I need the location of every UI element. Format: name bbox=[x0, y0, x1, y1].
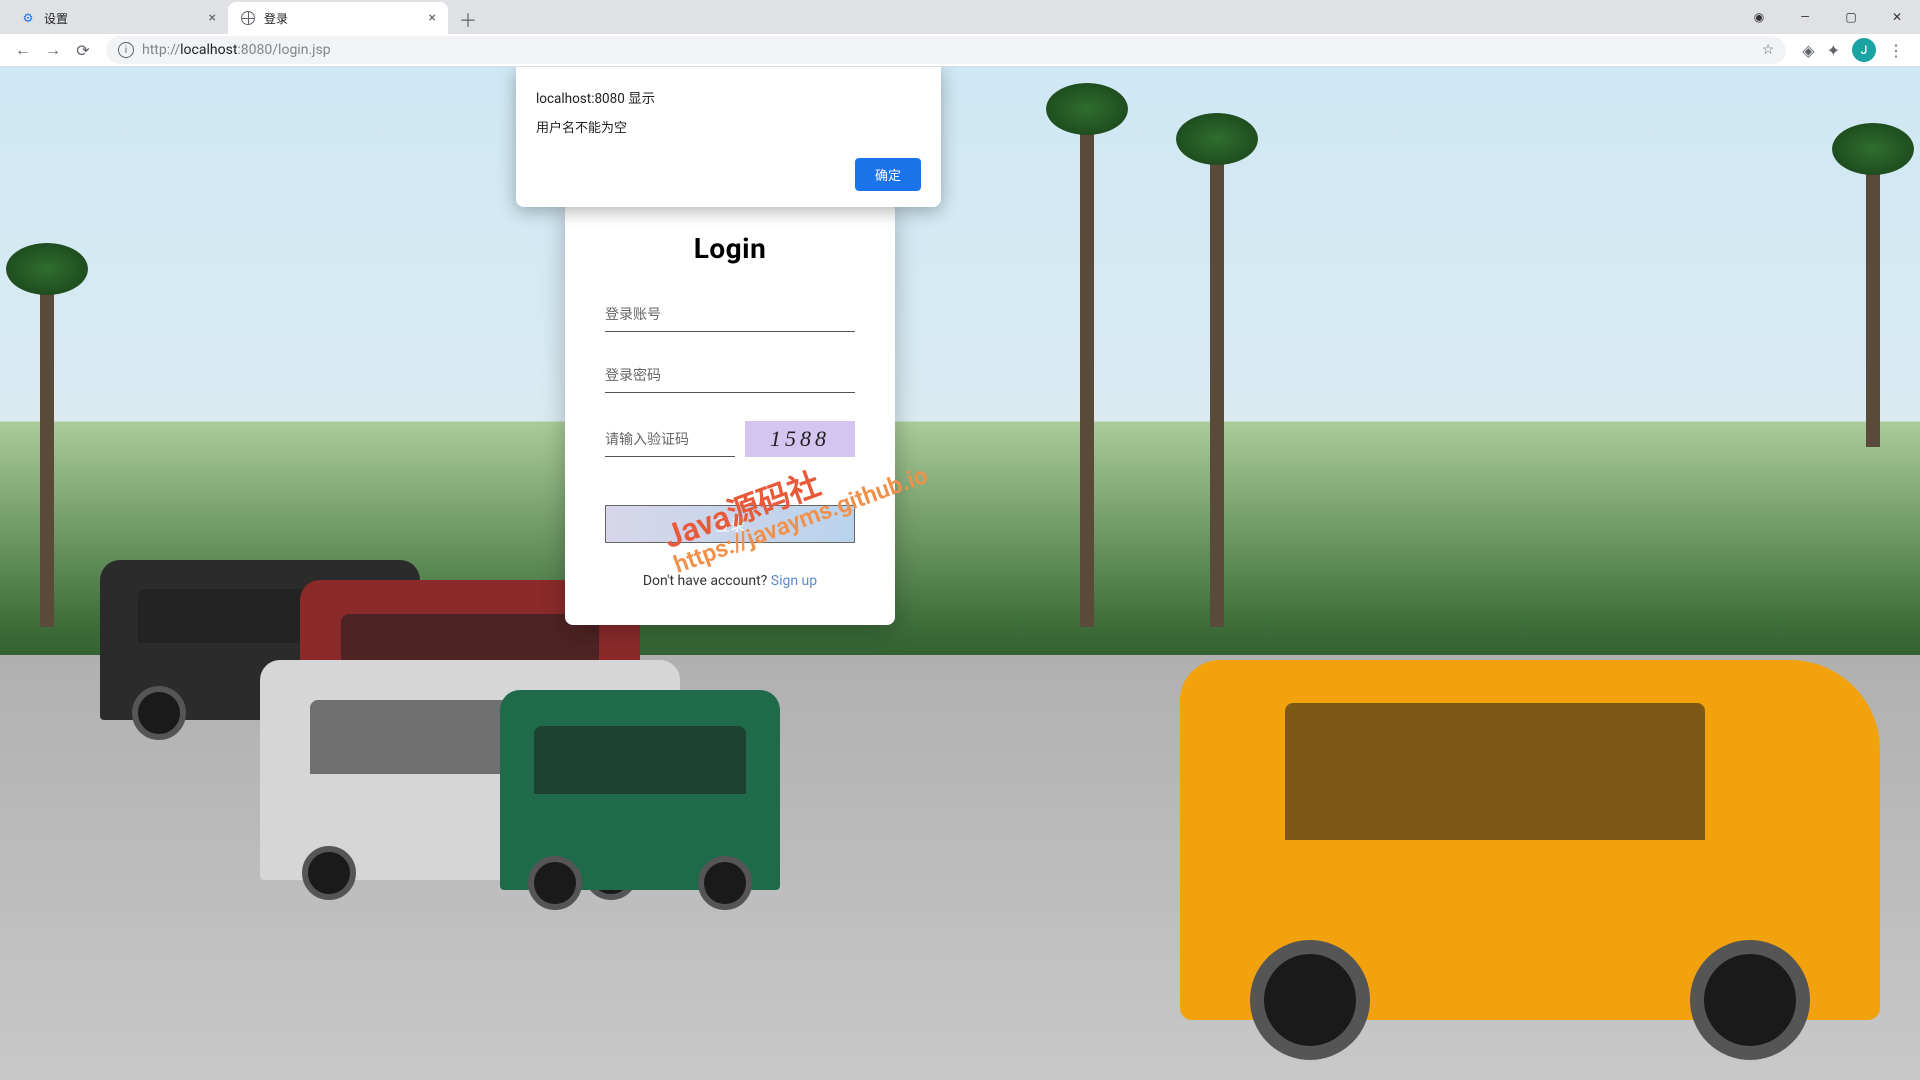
alert-message: 用户名不能为空 bbox=[536, 117, 921, 136]
back-button[interactable]: ← bbox=[8, 35, 38, 65]
maximize-button[interactable]: ▢ bbox=[1828, 1, 1874, 33]
login-card: Login 1588 登录 Don't have account? Sign u… bbox=[565, 202, 895, 625]
window-controls: ◉ — ▢ ✕ bbox=[1736, 0, 1920, 34]
toolbar-right: ◈ ✦ J ⋮ bbox=[1794, 38, 1912, 62]
signup-link[interactable]: Sign up bbox=[771, 573, 817, 589]
close-window-button[interactable]: ✕ bbox=[1874, 1, 1920, 33]
new-tab-button[interactable]: ＋ bbox=[454, 6, 482, 34]
login-title: Login bbox=[605, 232, 855, 265]
forward-button[interactable]: → bbox=[38, 35, 68, 65]
tab-strip: ⚙ 设置 × 登录 × ＋ bbox=[0, 0, 1920, 34]
site-info-icon[interactable]: i bbox=[118, 42, 134, 58]
alert-title: localhost:8080 显示 bbox=[536, 87, 921, 107]
gear-icon: ⚙ bbox=[20, 10, 36, 26]
avatar[interactable]: J bbox=[1852, 38, 1876, 62]
browser-chrome: ⚙ 设置 × 登录 × ＋ ◉ — ▢ ✕ ← → ⟳ i http://loc… bbox=[0, 0, 1920, 67]
captcha-input[interactable] bbox=[605, 424, 735, 457]
tab-title: 设置 bbox=[44, 10, 68, 27]
js-alert: localhost:8080 显示 用户名不能为空 确定 bbox=[516, 67, 941, 207]
url-text: http://localhost:8080/login.jsp bbox=[142, 42, 331, 58]
minimize-button[interactable]: — bbox=[1782, 1, 1828, 33]
password-input[interactable] bbox=[605, 360, 855, 393]
tab-title: 登录 bbox=[264, 10, 288, 27]
account-icon[interactable]: ◉ bbox=[1736, 1, 1782, 33]
toolbar: ← → ⟳ i http://localhost:8080/login.jsp … bbox=[0, 34, 1920, 67]
login-button[interactable]: 登录 bbox=[605, 505, 855, 543]
captcha-row: 1588 bbox=[605, 421, 855, 457]
globe-icon bbox=[240, 10, 256, 26]
tab-login[interactable]: 登录 × bbox=[228, 2, 448, 34]
close-icon[interactable]: × bbox=[209, 10, 216, 26]
signup-row: Don't have account? Sign up bbox=[605, 573, 855, 589]
signup-prompt: Don't have account? bbox=[643, 573, 771, 589]
star-icon[interactable]: ☆ bbox=[1762, 42, 1775, 58]
extension-icon[interactable]: ◈ bbox=[1802, 41, 1814, 60]
address-bar[interactable]: i http://localhost:8080/login.jsp ☆ bbox=[106, 36, 1786, 64]
extensions-puzzle-icon[interactable]: ✦ bbox=[1827, 41, 1840, 60]
reload-button[interactable]: ⟳ bbox=[68, 35, 98, 65]
close-icon[interactable]: × bbox=[429, 10, 436, 26]
tab-settings[interactable]: ⚙ 设置 × bbox=[8, 2, 228, 34]
alert-ok-button[interactable]: 确定 bbox=[855, 158, 921, 191]
page-viewport: Login 1588 登录 Don't have account? Sign u… bbox=[0, 67, 1920, 1080]
username-input[interactable] bbox=[605, 299, 855, 332]
menu-icon[interactable]: ⋮ bbox=[1888, 41, 1904, 60]
captcha-image[interactable]: 1588 bbox=[745, 421, 855, 457]
